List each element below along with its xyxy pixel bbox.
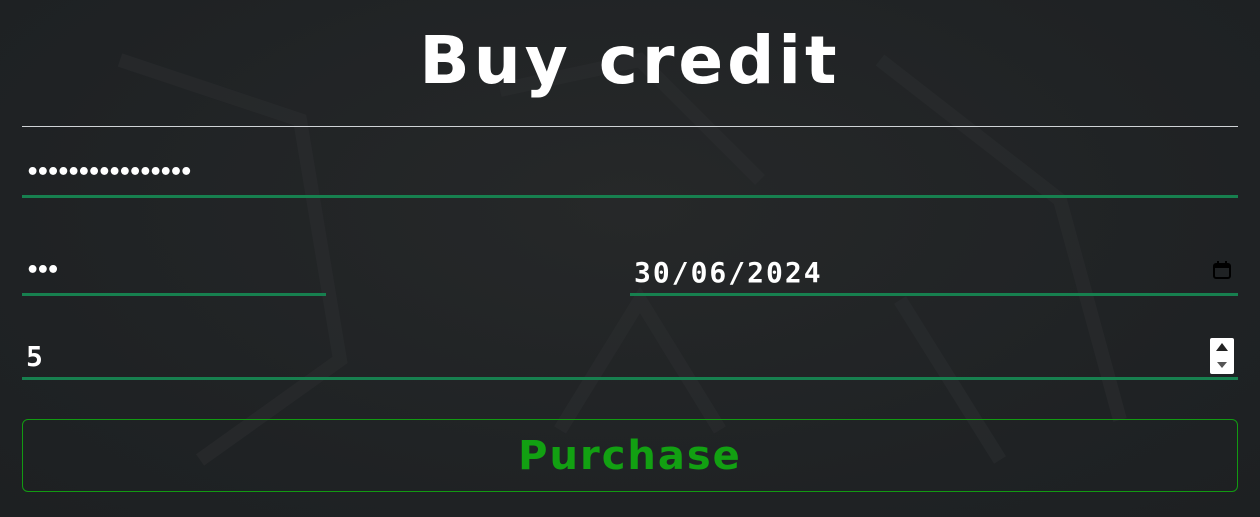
- page-title: Buy credit: [419, 22, 841, 99]
- stepper-down-button[interactable]: [1210, 356, 1234, 374]
- card-number-field[interactable]: ••••••••••••••••: [22, 148, 1238, 198]
- card-number-input[interactable]: ••••••••••••••••: [26, 160, 193, 185]
- expiry-date-input[interactable]: 30/06/2024: [634, 256, 823, 289]
- cvv-input[interactable]: •••: [26, 258, 60, 283]
- quantity-stepper[interactable]: [1210, 338, 1234, 374]
- cvv-field[interactable]: •••: [22, 246, 326, 296]
- arrow-down-icon: [1217, 362, 1227, 368]
- quantity-input[interactable]: 5: [26, 340, 43, 373]
- quantity-field[interactable]: 5: [22, 332, 1238, 380]
- title-divider: [22, 126, 1238, 127]
- calendar-icon[interactable]: [1212, 260, 1232, 280]
- purchase-button[interactable]: Purchase: [22, 419, 1238, 492]
- expiry-date-field[interactable]: 30/06/2024: [630, 246, 1238, 296]
- arrow-up-icon: [1216, 343, 1228, 351]
- stepper-up-button[interactable]: [1210, 338, 1234, 356]
